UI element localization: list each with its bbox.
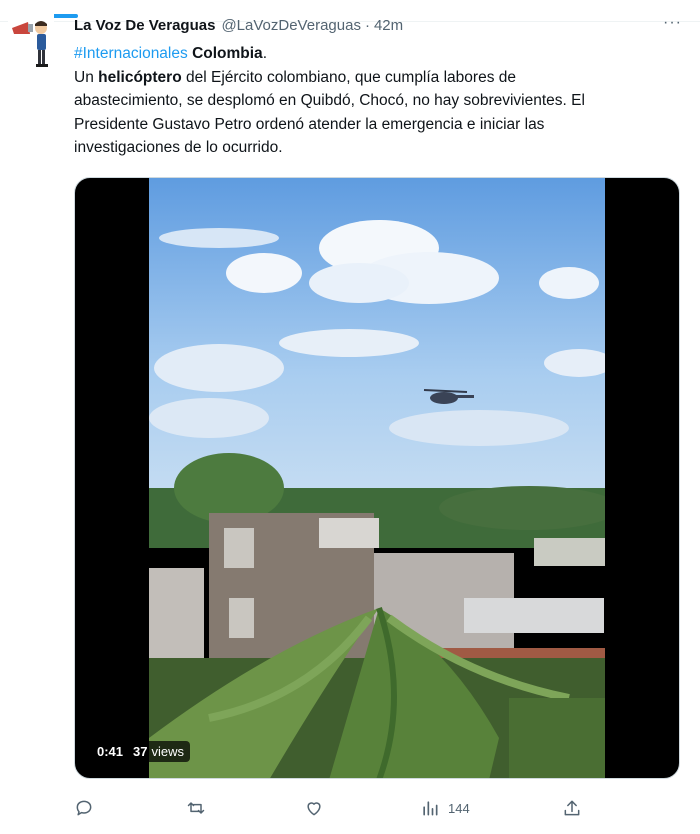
tweet-text-line-1: Un helicóptero del Ejército colombiano, …	[74, 66, 674, 90]
retweet-icon	[187, 802, 205, 814]
avatar[interactable]	[8, 14, 54, 70]
share-icon	[564, 800, 580, 816]
tweet-text-line-2: abastecimiento, se desplomó en Quibdó, C…	[74, 92, 585, 109]
more-options-icon[interactable]: ···	[663, 14, 682, 32]
video-player[interactable]: 0:41 37 views	[74, 177, 680, 779]
video-stats-badge: 0:41 37 views	[91, 741, 191, 762]
line1-pre: Un	[74, 68, 94, 86]
video-frame	[149, 178, 605, 778]
tweet-header: La Voz De Veraguas @LaVozDeVeraguas · 42…	[74, 14, 680, 36]
video-views-label: views	[151, 744, 185, 759]
share-button[interactable]	[562, 793, 582, 823]
tweet-text-line-3: Presidente Gustavo Petro ordenó atender …	[74, 115, 545, 133]
analytics-count: 144	[448, 800, 470, 816]
retweet-button[interactable]	[186, 793, 206, 823]
like-icon	[307, 802, 321, 816]
tweet-timestamp[interactable]: 42m	[374, 17, 403, 34]
author-name[interactable]: La Voz De Veraguas	[74, 17, 215, 34]
analytics-icon	[423, 801, 438, 816]
tweet-actions-bar: 144	[74, 793, 594, 823]
hashtag-link[interactable]: #Internacionales	[74, 45, 188, 62]
like-button[interactable]	[304, 793, 324, 823]
line1-post: del Ejército colombiano, que cumplía lab…	[186, 68, 516, 86]
tweet-text: #Internacionales Colombia. Un helicópter…	[74, 42, 674, 160]
reply-icon	[76, 800, 92, 816]
line1-bold: helicóptero	[98, 68, 182, 86]
tweet-text-line-0: #Internacionales Colombia.	[74, 45, 267, 62]
reply-button[interactable]	[74, 793, 94, 823]
tweet-text-line-4: investigaciones de lo ocurrido.	[74, 139, 283, 156]
country-text: Colombia	[192, 45, 263, 62]
analytics-button[interactable]: 144	[420, 793, 470, 823]
video-duration: 0:41	[97, 744, 124, 759]
video-views-count: 37	[133, 744, 148, 759]
header-separator: ·	[364, 16, 370, 34]
author-handle[interactable]: @LaVozDeVeraguas	[221, 17, 361, 34]
